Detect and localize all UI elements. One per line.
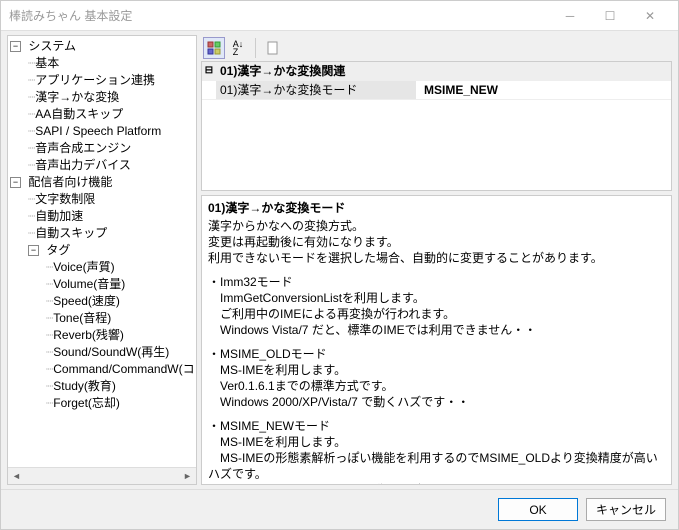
tree-item[interactable]: ┈アプリケーション連携 — [28, 72, 194, 89]
tree-item[interactable]: ┈Speed(速度) — [46, 293, 194, 310]
cancel-button[interactable]: キャンセル — [586, 498, 666, 521]
alphabetical-view-button[interactable]: A↓Z — [227, 37, 249, 59]
description-text: MS-IMEを利用します。 — [208, 434, 665, 450]
tree-item[interactable]: ┈基本 — [28, 55, 194, 72]
tree-item[interactable]: ┈Forget(忘却) — [46, 395, 194, 412]
description-text: MS-IMEを利用します。 — [208, 362, 665, 378]
tree-panel[interactable]: − システム ┈基本 ┈アプリケーション連携 ┈漢字→かな変換 ┈AA自動スキッ… — [7, 35, 197, 485]
window-title: 棒読みちゃん 基本設定 — [9, 7, 550, 24]
property-pages-button[interactable] — [262, 37, 284, 59]
close-button[interactable]: ✕ — [630, 2, 670, 30]
tree-item[interactable]: ┈AA自動スキップ — [28, 106, 194, 123]
sort-az-icon: A↓Z — [233, 40, 244, 56]
description-text: Ver0.1.6.1までの標準方式です。 — [208, 378, 665, 394]
tree-item[interactable]: ┈Tone(音程) — [46, 310, 194, 327]
description-text: Windows Vista/7 だと、標準のIMEでは利用できません・・ — [208, 322, 665, 338]
property-label: 01)漢字→かな変換モード — [216, 81, 416, 99]
description-text: 変更は再起動後に有効になります。 — [208, 234, 665, 250]
description-panel: 01)漢字→かな変換モード 漢字からかなへの変換方式。 変更は再起動後に有効にな… — [201, 195, 672, 485]
collapse-icon[interactable]: − — [10, 177, 21, 188]
tree-item[interactable]: ┈SAPI / Speech Platform — [28, 123, 194, 140]
tree-item[interactable]: ┈文字数制限 — [28, 191, 194, 208]
page-icon — [266, 41, 280, 55]
tree-node-broadcaster[interactable]: − 配信者向け機能 — [10, 174, 194, 191]
scroll-left-icon[interactable]: ◄ — [8, 468, 25, 484]
minimize-button[interactable]: ─ — [550, 2, 590, 30]
description-text: ・Imm32モード — [208, 274, 665, 290]
categorized-view-button[interactable] — [203, 37, 225, 59]
tree-item[interactable]: ┈Reverb(残響) — [46, 327, 194, 344]
property-grid[interactable]: ⊟ 01)漢字→かな変換関連 01)漢字→かな変換モード MSIME_NEW — [201, 61, 672, 191]
scroll-track[interactable] — [25, 468, 179, 484]
property-value[interactable]: MSIME_NEW — [416, 81, 671, 99]
description-text: ご利用中のIMEによる再変換が行われます。 — [208, 306, 665, 322]
toolbar-separator — [255, 38, 256, 58]
description-text: ・MSIME_OLDモード — [208, 346, 665, 362]
property-toolbar: A↓Z — [201, 35, 672, 61]
maximize-button[interactable]: ☐ — [590, 2, 630, 30]
description-text: ImmGetConversionListを利用します。 — [208, 290, 665, 306]
description-text: 利用できないモードを選択した場合、自動的に変更することがあります。 — [208, 250, 665, 266]
horizontal-scrollbar[interactable]: ◄ ► — [8, 467, 196, 484]
description-text: ・MSIME_NEWモード — [208, 418, 665, 434]
tree-node-system[interactable]: − システム — [10, 38, 194, 55]
tree-item[interactable]: ┈Sound/SoundW(再生) — [46, 344, 194, 361]
settings-window: 棒読みちゃん 基本設定 ─ ☐ ✕ − システム ┈基本 ┈アプリケーション連携… — [0, 0, 679, 530]
tree-item[interactable]: ┈Voice(声質) — [46, 259, 194, 276]
description-text: Windows 2000/XP/Vista/7 で動くハズです・・ — [208, 482, 665, 485]
grid-category-row[interactable]: ⊟ 01)漢字→かな変換関連 — [202, 62, 671, 81]
tree-item[interactable]: ┈Command/CommandW(コ — [46, 361, 194, 378]
description-title: 01)漢字→かな変換モード — [208, 200, 665, 216]
tree-node-tag[interactable]: − タグ — [28, 242, 194, 259]
tree-item[interactable]: ┈自動スキップ — [28, 225, 194, 242]
description-text: Windows 2000/XP/Vista/7 で動くハズです・・ — [208, 394, 665, 410]
tree-item[interactable]: ┈音声合成エンジン — [28, 140, 194, 157]
dialog-buttons: OK キャンセル — [1, 489, 678, 529]
category-label: 01)漢字→かな変換関連 — [216, 62, 416, 80]
tree-item[interactable]: ┈自動加速 — [28, 208, 194, 225]
collapse-icon[interactable]: ⊟ — [202, 62, 216, 80]
tree-item[interactable]: ┈Volume(音量) — [46, 276, 194, 293]
collapse-icon[interactable]: − — [10, 41, 21, 52]
categorized-icon — [207, 41, 221, 55]
titlebar: 棒読みちゃん 基本設定 ─ ☐ ✕ — [1, 1, 678, 31]
tree-item[interactable]: ┈音声出力デバイス — [28, 157, 194, 174]
ok-button[interactable]: OK — [498, 498, 578, 521]
description-text: MS-IMEの形態素解析っぽい機能を利用するのでMSIME_OLDより変換精度が… — [208, 450, 665, 482]
collapse-icon[interactable]: − — [28, 245, 39, 256]
tree-item[interactable]: ┈Study(教育) — [46, 378, 194, 395]
description-text: 漢字からかなへの変換方式。 — [208, 218, 665, 234]
scroll-right-icon[interactable]: ► — [179, 468, 196, 484]
grid-property-row[interactable]: 01)漢字→かな変換モード MSIME_NEW — [202, 81, 671, 100]
tree-item[interactable]: ┈漢字→かな変換 — [28, 89, 194, 106]
